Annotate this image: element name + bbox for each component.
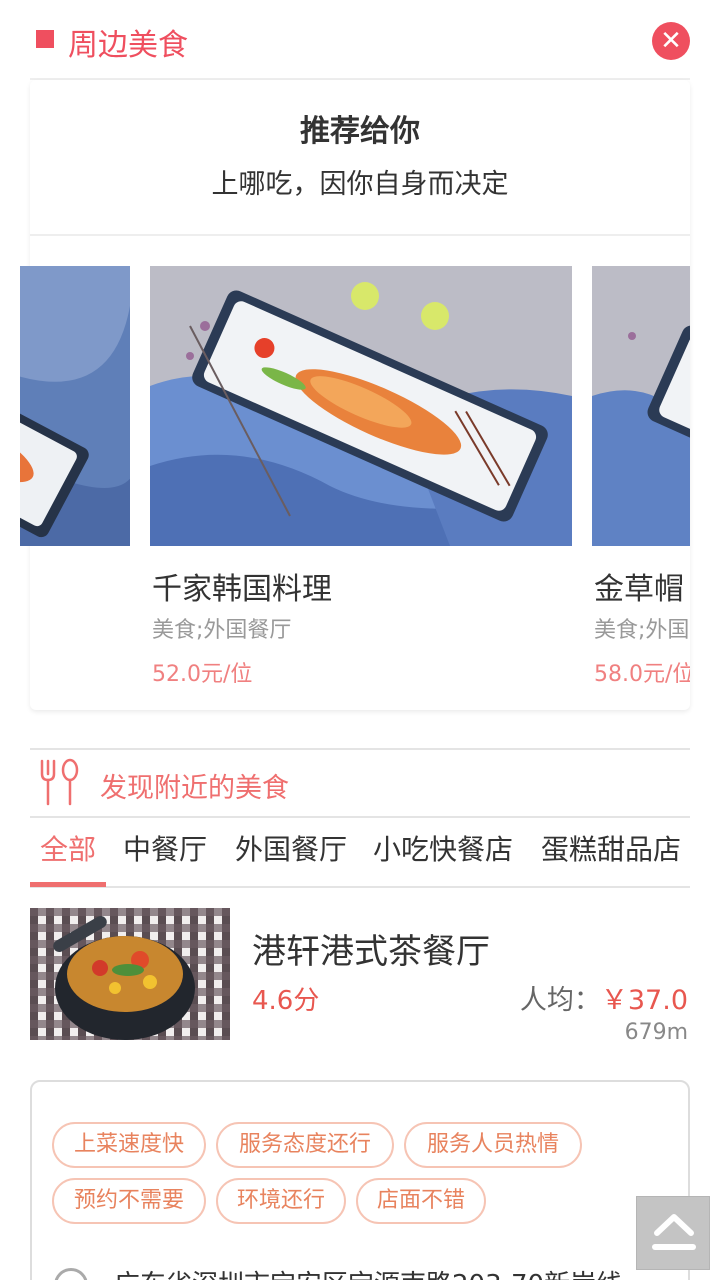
header-marker	[36, 30, 54, 48]
active-tab-indicator	[30, 882, 106, 887]
review-tag[interactable]: 环境还行	[216, 1178, 346, 1224]
restaurant-distance: 679m	[624, 1020, 688, 1045]
average-price-label: 人均：	[519, 985, 601, 1016]
carousel-slide[interactable]: 金草帽 美食;外国 58.0元/位	[592, 266, 690, 687]
close-button[interactable]: ✕	[652, 22, 690, 60]
slide-name: 金草帽	[594, 572, 684, 607]
restaurant-address: 广东省深圳市宝安区宝源南路203-70新岸线	[114, 1264, 622, 1280]
location-pin-icon	[54, 1268, 88, 1280]
slide-name: 千家韩国料理	[152, 572, 332, 607]
tab-chinese[interactable]: 中餐厅	[123, 828, 207, 868]
tab-snacks[interactable]: 小吃快餐店	[373, 828, 513, 868]
tab-foreign[interactable]: 外国餐厅	[235, 828, 347, 868]
carousel-slide[interactable]	[20, 266, 130, 546]
recommend-carousel[interactable]: 千家韩国料理 美食;外国餐厅 52.0元/位 金草帽 美食;外国 58.0元/位	[20, 266, 690, 696]
review-tag[interactable]: 服务人员热情	[404, 1122, 582, 1168]
recommend-title: 推荐给你	[300, 114, 420, 149]
tab-desserts[interactable]: 蛋糕甜品店	[541, 828, 681, 868]
food-photo	[592, 266, 690, 546]
close-icon: ✕	[660, 26, 682, 56]
food-photo	[150, 266, 572, 546]
back-to-top-button[interactable]	[636, 1196, 710, 1270]
average-price: 人均：￥37.0	[520, 978, 688, 1017]
review-tag[interactable]: 店面不错	[356, 1178, 486, 1224]
slide-price: 58.0元/位	[594, 662, 690, 687]
divider	[30, 234, 690, 236]
recommend-subtitle: 上哪吃，因你自身而决定	[211, 169, 509, 200]
tab-all[interactable]: 全部	[40, 828, 96, 868]
review-tag[interactable]: 服务态度还行	[216, 1122, 394, 1168]
restaurant-details-box: 上菜速度快 服务态度还行 服务人员热情 预约不需要 环境还行 店面不错 广东省深…	[30, 1080, 690, 1280]
back-to-top-icon	[652, 1214, 696, 1250]
restaurant-score: 4.6分	[252, 986, 320, 1016]
slide-price: 52.0元/位	[152, 662, 253, 687]
carousel-slide[interactable]: 千家韩国料理 美食;外国餐厅 52.0元/位	[150, 266, 572, 687]
average-price-value: ￥37.0	[600, 985, 688, 1016]
slide-category: 美食;外国	[594, 618, 690, 643]
restaurant-photo	[30, 908, 230, 1040]
page-title: 周边美食	[68, 28, 188, 63]
page-header: 周边美食 ✕	[30, 0, 690, 80]
nearby-section-title: 发现附近的美食	[100, 773, 289, 804]
food-photo	[20, 266, 130, 546]
review-tag[interactable]: 上菜速度快	[52, 1122, 206, 1168]
category-tabs: 全部 中餐厅 外国餐厅 小吃快餐店 蛋糕甜品店	[30, 818, 690, 888]
nearby-section-header: 发现附近的美食	[30, 748, 690, 818]
fork-spoon-icon	[40, 758, 79, 806]
slide-category: 美食;外国餐厅	[152, 618, 292, 643]
review-tag[interactable]: 预约不需要	[52, 1178, 206, 1224]
restaurant-name: 港轩港式茶餐厅	[252, 932, 490, 972]
restaurant-list-item[interactable]: 港轩港式茶餐厅 4.6分 人均：￥37.0 679m	[30, 908, 690, 1058]
